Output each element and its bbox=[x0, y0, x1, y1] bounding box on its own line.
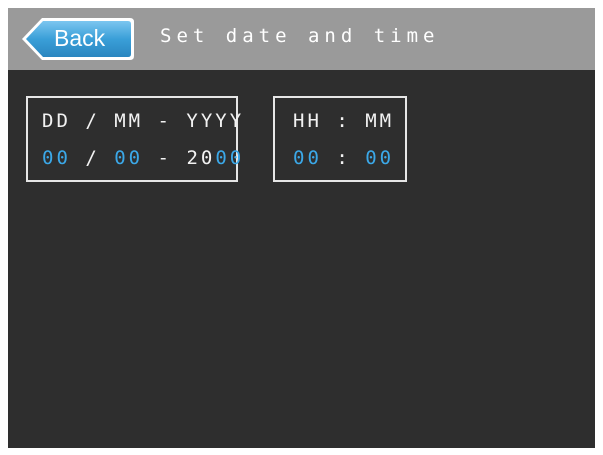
year-prefix: 20 bbox=[186, 147, 216, 169]
hour-value[interactable]: 00 bbox=[293, 147, 322, 169]
time-field[interactable]: HH : MM 00 : 00 bbox=[273, 96, 407, 182]
date-separator-slash: / bbox=[70, 147, 115, 169]
year-suffix: 00 bbox=[215, 147, 245, 169]
date-field[interactable]: DD / MM - YYYY 00 / 00 - 2000 bbox=[26, 96, 241, 182]
minute-value[interactable]: 00 bbox=[365, 147, 394, 169]
date-value: 00 / 00 - 2000 bbox=[42, 147, 244, 169]
date-separator-dash: - bbox=[143, 147, 187, 169]
time-format-label: HH : MM bbox=[293, 110, 395, 132]
time-value: 00 : 00 bbox=[293, 147, 394, 169]
back-button-label: Back bbox=[54, 25, 106, 51]
back-button[interactable]: Back bbox=[20, 16, 136, 62]
date-format-label: DD / MM - YYYY bbox=[42, 110, 245, 132]
header-bar: Back Set date and time bbox=[8, 8, 595, 70]
time-separator-colon: : bbox=[321, 147, 366, 169]
settings-screen: Back Set date and time DD / MM - YYYY 00… bbox=[8, 8, 595, 448]
page-title: Set date and time bbox=[160, 25, 440, 47]
year-value[interactable]: 2000 bbox=[186, 147, 244, 169]
day-value[interactable]: 00 bbox=[42, 147, 71, 169]
month-value[interactable]: 00 bbox=[114, 147, 143, 169]
